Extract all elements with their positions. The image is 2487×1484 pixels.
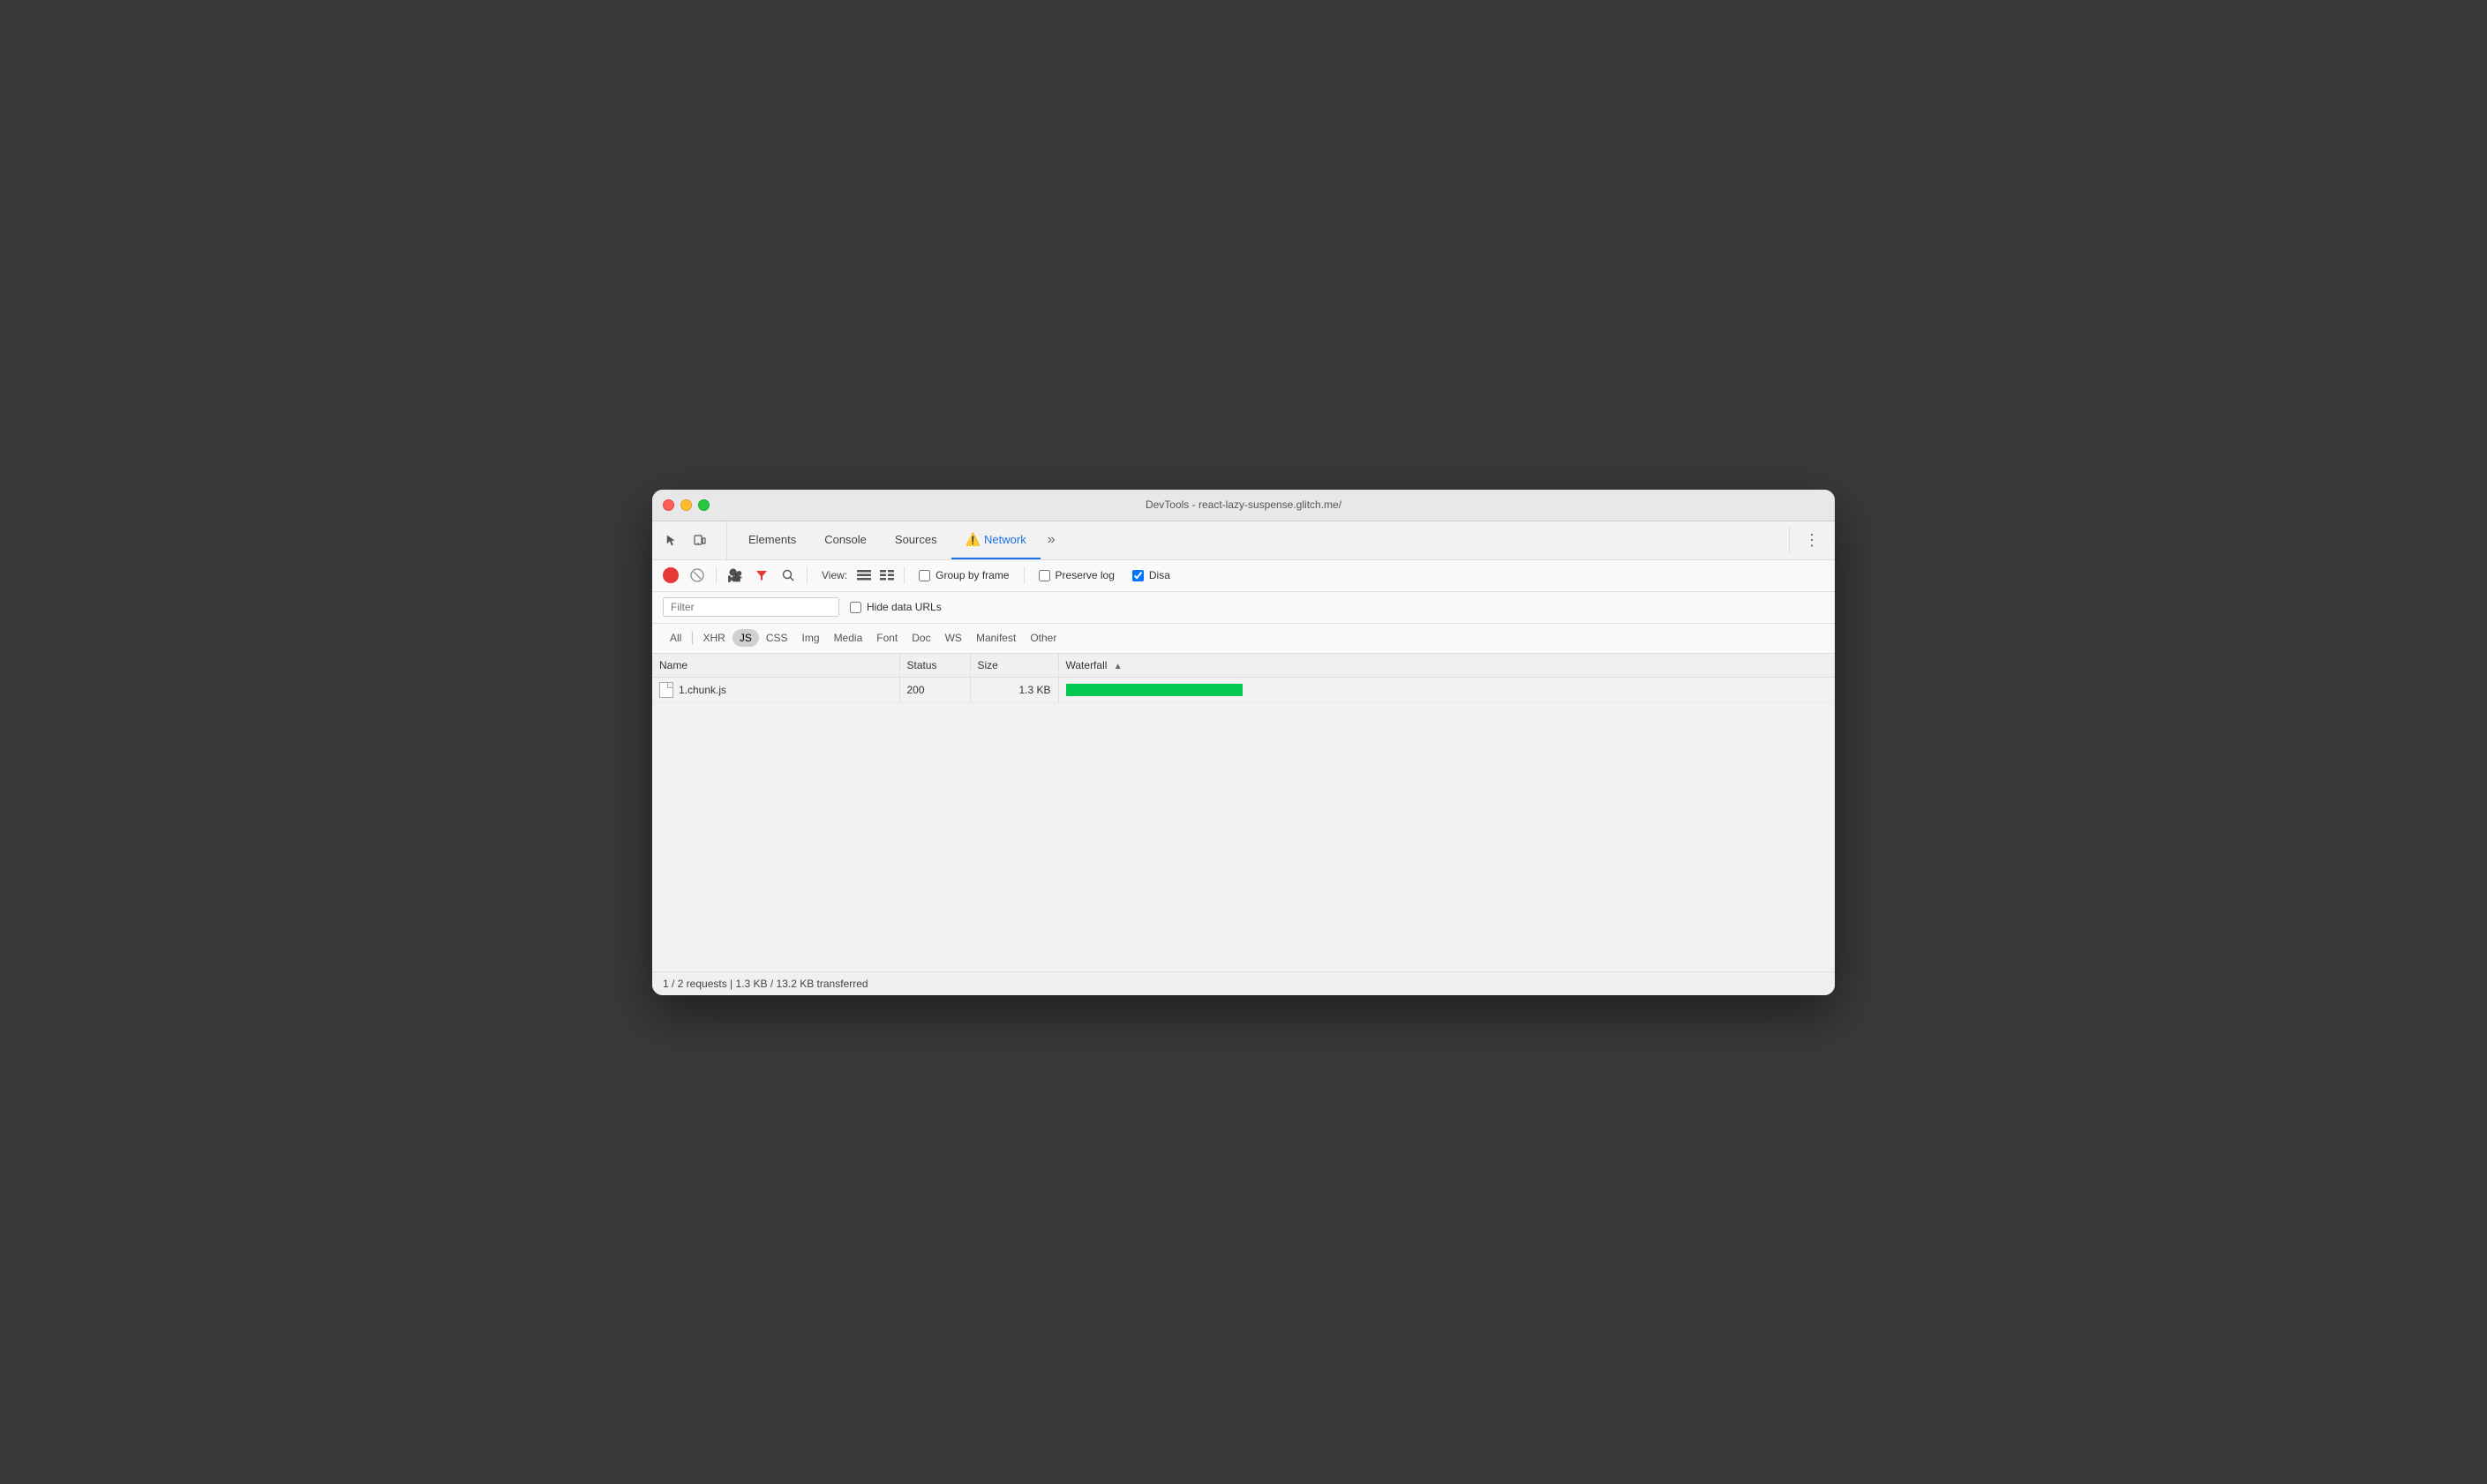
type-filter-bar: All | XHR JS CSS Img Media Font Doc WS M… — [652, 624, 1835, 654]
title-bar: DevTools - react-lazy-suspense.glitch.me… — [652, 490, 1835, 521]
tab-console[interactable]: Console — [810, 521, 881, 559]
search-button[interactable] — [777, 564, 800, 587]
group-by-frame-checkbox[interactable] — [919, 570, 930, 581]
close-button[interactable] — [663, 499, 674, 511]
empty-area — [652, 702, 1835, 949]
toolbar-separator-1 — [716, 566, 717, 584]
filter-doc[interactable]: Doc — [905, 629, 937, 647]
preserve-log-label[interactable]: Preserve log — [1039, 569, 1115, 581]
device-icon[interactable] — [687, 528, 712, 552]
sort-arrow: ▲ — [1114, 662, 1123, 671]
table-body: 1.chunk.js 200 1.3 KB — [652, 677, 1835, 949]
filter-font[interactable]: Font — [869, 629, 905, 647]
filter-img[interactable]: Img — [795, 629, 827, 647]
filter-media[interactable]: Media — [827, 629, 870, 647]
tab-toolbar-icons — [659, 521, 727, 559]
tab-more-button[interactable]: » — [1041, 521, 1063, 559]
record-button[interactable] — [659, 564, 682, 587]
filter-xhr[interactable]: XHR — [696, 629, 733, 647]
cell-name: 1.chunk.js — [652, 677, 899, 702]
col-header-status[interactable]: Status — [899, 654, 970, 678]
tabs: Elements Console Sources ⚠️ Network » — [734, 521, 1782, 559]
tab-separator — [1789, 527, 1790, 554]
filter-js[interactable]: JS — [733, 629, 759, 647]
network-table: Name Status Size Waterfall ▲ — [652, 654, 1835, 950]
status-text: 1 / 2 requests | 1.3 KB / 13.2 KB transf… — [663, 978, 868, 990]
toolbar-separator-2 — [807, 566, 808, 584]
filter-button[interactable] — [750, 564, 773, 587]
cell-waterfall — [1058, 677, 1835, 702]
toolbar-separator-4 — [1024, 566, 1025, 584]
devtools-menu-button[interactable]: ⋮ — [1797, 521, 1828, 559]
window-title: DevTools - react-lazy-suspense.glitch.me… — [1146, 498, 1341, 511]
filter-input[interactable] — [663, 597, 839, 617]
cursor-icon[interactable] — [659, 528, 684, 552]
tab-bar: Elements Console Sources ⚠️ Network » ⋮ — [652, 521, 1835, 560]
warning-icon: ⚠️ — [965, 532, 981, 547]
file-cell: 1.chunk.js — [659, 682, 892, 698]
toolbar-separator-3 — [904, 566, 905, 584]
hide-data-urls-label[interactable]: Hide data URLs — [850, 601, 942, 613]
tab-elements[interactable]: Elements — [734, 521, 810, 559]
view-list-button[interactable] — [854, 566, 874, 585]
disable-cache-label[interactable]: Disa — [1132, 569, 1170, 581]
record-icon — [663, 567, 679, 583]
file-icon — [659, 682, 673, 698]
filter-other[interactable]: Other — [1023, 629, 1063, 647]
preserve-log-checkbox[interactable] — [1039, 570, 1050, 581]
cell-status: 200 — [899, 677, 970, 702]
camera-icon: 🎥 — [727, 568, 742, 583]
group-by-frame-label[interactable]: Group by frame — [919, 569, 1009, 581]
status-bar: 1 / 2 requests | 1.3 KB / 13.2 KB transf… — [652, 971, 1835, 995]
cell-size: 1.3 KB — [970, 677, 1058, 702]
table-header: Name Status Size Waterfall ▲ — [652, 654, 1835, 678]
camera-button[interactable]: 🎥 — [724, 564, 747, 587]
filter-manifest[interactable]: Manifest — [969, 629, 1023, 647]
toolbar: 🎥 View: — [652, 560, 1835, 592]
disable-cache-checkbox[interactable] — [1132, 570, 1144, 581]
filter-ws[interactable]: WS — [938, 629, 969, 647]
tab-sources[interactable]: Sources — [881, 521, 951, 559]
stop-button[interactable] — [686, 564, 709, 587]
col-header-size[interactable]: Size — [970, 654, 1058, 678]
filter-css[interactable]: CSS — [759, 629, 795, 647]
traffic-lights — [663, 499, 710, 511]
filter-all[interactable]: All — [663, 629, 688, 647]
network-table-area: Name Status Size Waterfall ▲ — [652, 654, 1835, 971]
waterfall-bar — [1066, 684, 1243, 696]
tab-network[interactable]: ⚠️ Network — [951, 521, 1041, 559]
devtools-window: DevTools - react-lazy-suspense.glitch.me… — [652, 490, 1835, 995]
col-header-waterfall[interactable]: Waterfall ▲ — [1058, 654, 1835, 678]
maximize-button[interactable] — [698, 499, 710, 511]
view-label: View: — [822, 569, 847, 581]
view-group-button[interactable] — [877, 566, 897, 585]
col-header-name[interactable]: Name — [652, 654, 899, 678]
table-row[interactable]: 1.chunk.js 200 1.3 KB — [652, 677, 1835, 702]
hide-data-urls-checkbox[interactable] — [850, 602, 861, 613]
filter-bar: Hide data URLs — [652, 592, 1835, 624]
minimize-button[interactable] — [680, 499, 692, 511]
